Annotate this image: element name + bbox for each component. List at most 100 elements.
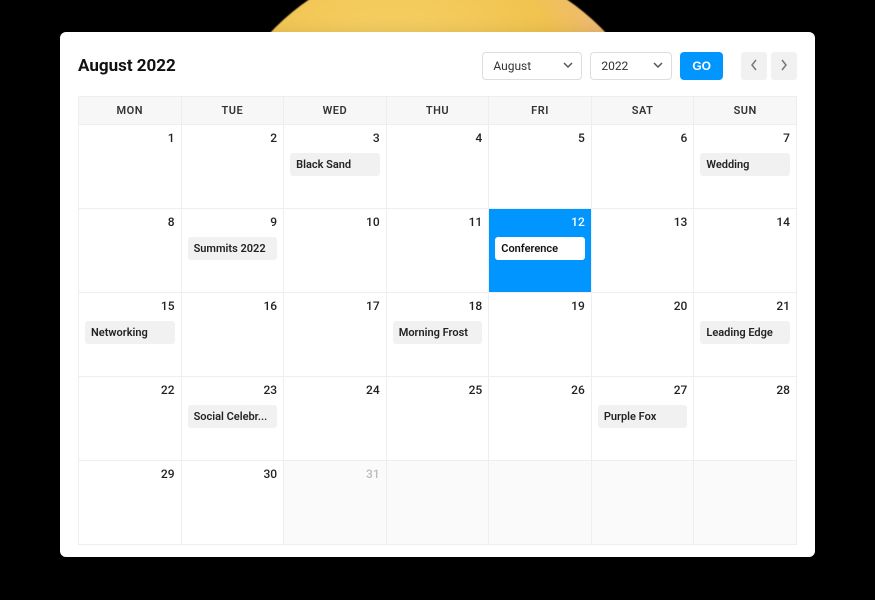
- event-chip[interactable]: Black Sand: [290, 153, 380, 176]
- day-number: 14: [700, 215, 790, 229]
- calendar-grid: MON TUE WED THU FRI SAT SUN 123Black San…: [78, 96, 797, 545]
- day-number: 7: [700, 131, 790, 145]
- calendar-cell[interactable]: 20: [591, 293, 694, 377]
- calendar-cell[interactable]: 11: [386, 209, 489, 293]
- day-number: 24: [290, 383, 380, 397]
- calendar-cell[interactable]: 13: [591, 209, 694, 293]
- calendar-cell[interactable]: 16: [181, 293, 284, 377]
- event-chip[interactable]: Leading Edge: [700, 321, 790, 344]
- calendar-row: 22 23 Social Celebr... 24 25 26 27 Purple Fox 28: [79, 377, 797, 461]
- day-number: 11: [393, 215, 483, 229]
- day-number: 30: [188, 467, 278, 481]
- day-number: 3: [290, 131, 380, 145]
- weekday-row: MON TUE WED THU FRI SAT SUN: [79, 97, 797, 125]
- day-number: 22: [85, 383, 175, 397]
- chevron-left-icon: [750, 59, 758, 74]
- page-title: August 2022: [78, 56, 482, 76]
- calendar-cell[interactable]: 15 Networking: [79, 293, 182, 377]
- calendar-cell[interactable]: 23 Social Celebr...: [181, 377, 284, 461]
- day-number: 13: [598, 215, 688, 229]
- weekday-header: MON: [79, 97, 182, 125]
- day-number: 28: [700, 383, 790, 397]
- weekday-header: SAT: [591, 97, 694, 125]
- day-number: 4: [393, 131, 483, 145]
- day-number: 25: [393, 383, 483, 397]
- day-number: 17: [290, 299, 380, 313]
- weekday-header: THU: [386, 97, 489, 125]
- day-number: 20: [598, 299, 688, 313]
- calendar-cell[interactable]: 9 Summits 2022: [181, 209, 284, 293]
- day-number: 19: [495, 299, 585, 313]
- event-chip[interactable]: Purple Fox: [598, 405, 688, 428]
- calendar-cell: [489, 461, 592, 545]
- calendar-cell: [386, 461, 489, 545]
- calendar-cell[interactable]: 14: [694, 209, 797, 293]
- day-number: 1: [85, 131, 175, 145]
- calendar-cell[interactable]: 6: [591, 125, 694, 209]
- day-number: 8: [85, 215, 175, 229]
- day-number: 6: [598, 131, 688, 145]
- day-number: 10: [290, 215, 380, 229]
- calendar-cell[interactable]: 27 Purple Fox: [591, 377, 694, 461]
- month-select-value: August: [493, 59, 531, 73]
- next-button[interactable]: [771, 52, 797, 80]
- prev-button[interactable]: [741, 52, 767, 80]
- day-number: 21: [700, 299, 790, 313]
- calendar-row: 89 Summits 2022 10 11 12 Conference 13 14: [79, 209, 797, 293]
- chevron-down-icon: [563, 59, 573, 73]
- day-number: 16: [188, 299, 278, 313]
- calendar-row: 29 30 31: [79, 461, 797, 545]
- toolbar: August 2022 August 2022 GO: [78, 52, 797, 80]
- event-chip[interactable]: Networking: [85, 321, 175, 344]
- calendar-cell[interactable]: 18 Morning Frost: [386, 293, 489, 377]
- year-select[interactable]: 2022: [590, 52, 672, 80]
- calendar-cell[interactable]: 24: [284, 377, 387, 461]
- calendar-cell[interactable]: 7 Wedding: [694, 125, 797, 209]
- calendar-row: 15 Networking 16 17 18 Morning Frost 19 20 21 Lea…: [79, 293, 797, 377]
- calendar-cell[interactable]: 12 Conference: [489, 209, 592, 293]
- calendar-cell[interactable]: 8: [79, 209, 182, 293]
- calendar-cell[interactable]: 21 Leading Edge: [694, 293, 797, 377]
- event-chip[interactable]: Morning Frost: [393, 321, 483, 344]
- day-number: 27: [598, 383, 688, 397]
- weekday-header: SUN: [694, 97, 797, 125]
- day-number: 18: [393, 299, 483, 313]
- calendar-cell[interactable]: 4: [386, 125, 489, 209]
- calendar-cell[interactable]: 31: [284, 461, 387, 545]
- event-chip[interactable]: Summits 2022: [188, 237, 278, 260]
- calendar-cell: [694, 461, 797, 545]
- chevron-right-icon: [780, 59, 788, 74]
- day-number: 2: [188, 131, 278, 145]
- calendar-cell: [591, 461, 694, 545]
- calendar-row: 123 Black Sand 4567 Wedding: [79, 125, 797, 209]
- month-select[interactable]: August: [482, 52, 582, 80]
- day-number: 5: [495, 131, 585, 145]
- calendar-cell[interactable]: 25: [386, 377, 489, 461]
- calendar-cell[interactable]: 3 Black Sand: [284, 125, 387, 209]
- event-chip[interactable]: Conference: [495, 237, 585, 260]
- calendar-cell[interactable]: 28: [694, 377, 797, 461]
- day-number: 15: [85, 299, 175, 313]
- calendar-cell[interactable]: 22: [79, 377, 182, 461]
- day-number: 23: [188, 383, 278, 397]
- event-chip[interactable]: Social Celebr...: [188, 405, 278, 428]
- calendar-cell[interactable]: 5: [489, 125, 592, 209]
- year-select-value: 2022: [601, 59, 628, 73]
- calendar-cell[interactable]: 29: [79, 461, 182, 545]
- day-number: 12: [495, 215, 585, 229]
- calendar-cell[interactable]: 2: [181, 125, 284, 209]
- calendar-cell[interactable]: 26: [489, 377, 592, 461]
- calendar-cell[interactable]: 19: [489, 293, 592, 377]
- day-number: 26: [495, 383, 585, 397]
- calendar-cell[interactable]: 30: [181, 461, 284, 545]
- weekday-header: TUE: [181, 97, 284, 125]
- calendar-cell[interactable]: 17: [284, 293, 387, 377]
- day-number: 9: [188, 215, 278, 229]
- calendar-cell[interactable]: 10: [284, 209, 387, 293]
- go-button[interactable]: GO: [680, 52, 723, 80]
- weekday-header: WED: [284, 97, 387, 125]
- calendar-cell[interactable]: 1: [79, 125, 182, 209]
- day-number: 31: [290, 467, 380, 481]
- weekday-header: FRI: [489, 97, 592, 125]
- event-chip[interactable]: Wedding: [700, 153, 790, 176]
